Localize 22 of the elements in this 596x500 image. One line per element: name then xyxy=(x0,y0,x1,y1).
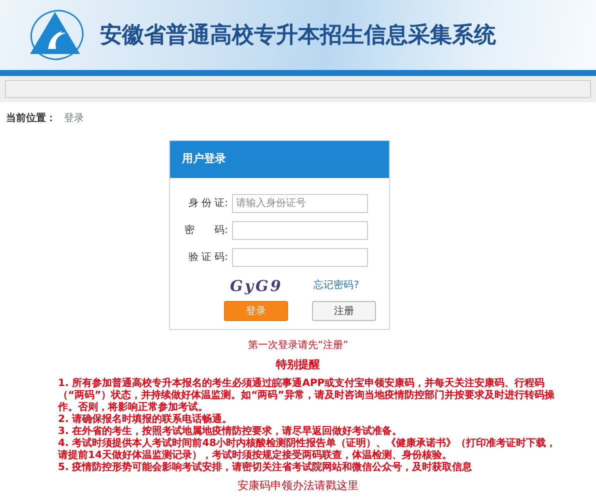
forgot-password-link[interactable]: 忘记密码? xyxy=(314,278,359,294)
login-panel-title: 用户登录 xyxy=(170,141,389,178)
notice-title: 特别提醒 xyxy=(274,357,321,373)
field-label: 验 证 码: xyxy=(187,250,228,264)
notice-item: 5. 疫情防控形势可能会影响考试安排，请密切关注省考试院网站和微信公众号，及时获取信息 xyxy=(58,462,474,474)
logo-icon xyxy=(28,9,84,61)
notice-item: 1. 所有参加普通高校专升本报名的考生必须通过皖事通APP或支付宝申领安康码，并每天关注安康码、行程码（“两码”）状态，并持续做好体温监测。如“两码”异常，请及时咨询当地疫情防控部门并按要求及时进行转码操作。否则，将影响正常参加考试。 xyxy=(58,378,556,414)
breadcrumb-item: 登录 xyxy=(64,112,84,126)
site-title: 安徽省普通高校专升本招生信息采集系统 xyxy=(100,22,496,50)
input-field[interactable] xyxy=(232,220,368,240)
field-label: 密 码: xyxy=(184,224,228,238)
notice-item: 3. 在外省的考生，按照考试地属地疫情防控要求，请尽早返回做好考试准备。 xyxy=(58,426,404,438)
register-button[interactable]: 注册 xyxy=(312,301,376,321)
captcha-image[interactable]: GyG9 xyxy=(230,274,283,297)
register-hint: 第一次登录请先“注册” xyxy=(246,338,350,353)
notice-item: 4. 考试时须提供本人考试时间前48小时内核酸检测阴性报告单（证明）、《健康承诺书》（打印准考证时下载，请提前14天做好体温监测记录），考试时须按规定接受两码联查，体温检测、身份核验。 xyxy=(58,438,558,460)
breadcrumb-label: 当前位置： xyxy=(6,112,56,126)
field-label: 身 份 证: xyxy=(187,196,228,210)
guide-link[interactable]: 安康码申领办法请戳这里 xyxy=(238,478,358,492)
input-field[interactable] xyxy=(232,248,368,266)
input-field[interactable]: 请输入身份证号 xyxy=(232,194,368,212)
notice-item: 2. 请确保报名时填报的联系电话畅通。 xyxy=(58,414,234,426)
